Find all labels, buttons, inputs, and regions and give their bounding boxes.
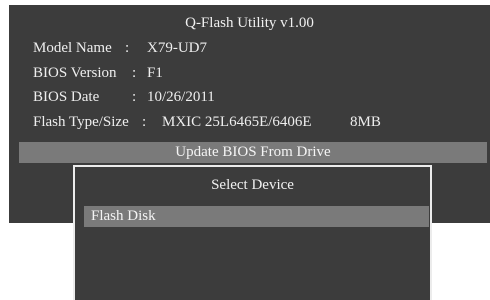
flash-size-value: 8MB [350, 114, 381, 130]
bios-version-value: F1 [147, 65, 163, 81]
flash-type-separator: : [142, 114, 147, 130]
model-name-value: X79-UD7 [147, 40, 207, 56]
update-bios-from-drive-button[interactable]: Update BIOS From Drive [19, 142, 487, 163]
bios-version-separator: : [132, 65, 137, 81]
app-title: Q-Flash Utility v1.00 [185, 15, 314, 31]
device-list: Flash Disk [84, 206, 429, 227]
flash-type-label: Flash Type/Size [33, 114, 129, 130]
bios-date-separator: : [132, 89, 137, 105]
bios-date-label: BIOS Date [33, 89, 100, 105]
dialog-title: Select Device [211, 177, 294, 193]
device-item-flash-disk[interactable]: Flash Disk [84, 206, 429, 227]
bios-version-label: BIOS Version [33, 65, 117, 81]
flash-type-value: MXIC 25L6465E/6406E [162, 114, 312, 130]
model-name-separator: : [125, 40, 130, 56]
bios-date-value: 10/26/2011 [147, 89, 215, 105]
select-device-dialog: Select Device Flash Disk [73, 165, 432, 300]
model-name-label: Model Name [33, 40, 112, 56]
